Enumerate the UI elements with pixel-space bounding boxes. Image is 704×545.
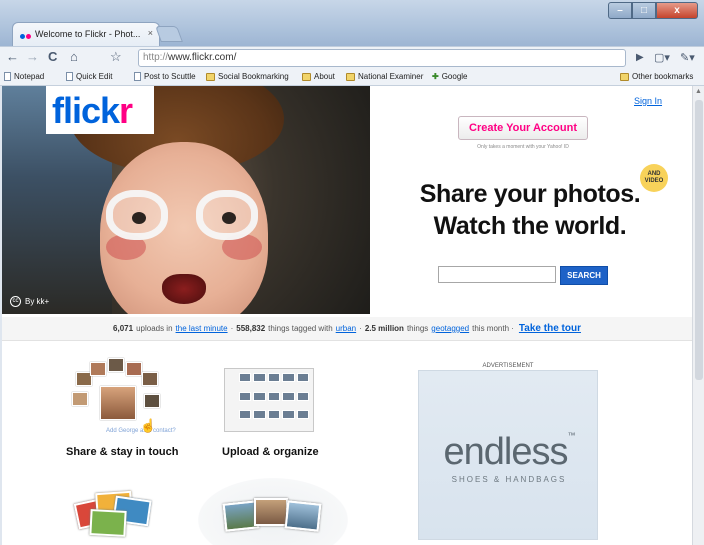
folder-icon [206, 72, 215, 81]
address-bar[interactable]: http://www.flickr.com/ [138, 49, 626, 67]
flickr-favicon-icon [20, 31, 32, 39]
create-account-button[interactable]: Create Your Account [458, 116, 588, 140]
page-icon [66, 72, 73, 81]
geotagged-link[interactable]: geotagged [431, 324, 469, 333]
vertical-scrollbar[interactable]: ▲ [692, 86, 704, 545]
activity-stats-bar: 6,071 uploads in the last minute · 558,8… [2, 317, 692, 341]
search-input[interactable] [438, 266, 556, 283]
bookmark-national-examiner[interactable]: National Examiner [346, 72, 423, 81]
url-host: www.flickr.com/ [168, 52, 237, 63]
folder-icon [620, 72, 629, 81]
browser-toolbar: ← → C ⌂ ☆ http://www.flickr.com/ ▶ ▢▾ ✎▾ [0, 46, 704, 68]
advertisement-banner[interactable]: endless™ SHOES & HANDBAGS [418, 370, 598, 540]
photo-face [100, 142, 268, 314]
minimize-button[interactable]: – [608, 2, 632, 19]
reload-icon[interactable]: C [48, 49, 57, 64]
scroll-up-icon[interactable]: ▲ [695, 88, 702, 95]
bookmark-about[interactable]: About [302, 72, 335, 81]
page-menu-icon[interactable]: ▢▾ [654, 51, 670, 64]
advertisement-label: ADVERTISEMENT [482, 363, 534, 369]
urban-tag-link[interactable]: urban [336, 324, 356, 333]
bookmark-notepad[interactable]: Notepad [4, 72, 44, 81]
wrench-icon[interactable]: ✎▾ [680, 51, 695, 64]
forward-arrow-icon[interactable]: → [26, 49, 39, 64]
last-minute-link[interactable]: the last minute [176, 324, 228, 333]
headline: Share your photos. Watch the world. [380, 178, 680, 242]
scrollbar-thumb[interactable] [695, 100, 703, 380]
home-icon[interactable]: ⌂ [70, 49, 78, 64]
ad-brand: endless™ [443, 431, 576, 473]
creative-commons-icon: cc [10, 296, 21, 307]
close-window-button[interactable]: x [656, 2, 698, 19]
bookmark-star-icon[interactable]: ☆ [110, 49, 122, 65]
ad-tagline: SHOES & HANDBAGS [451, 475, 567, 484]
title-bar: Welcome to Flickr - Phot... × – □ x [0, 0, 704, 46]
headline-line-2: Watch the world. [433, 212, 627, 240]
travel-photos-image[interactable] [222, 496, 324, 536]
search-button[interactable]: SEARCH [560, 266, 608, 285]
google-icon: ✚ [432, 72, 439, 81]
play-icon[interactable]: ▶ [636, 52, 644, 63]
share-stay-in-touch-label[interactable]: Share & stay in touch [66, 446, 178, 458]
maximize-button[interactable]: □ [632, 2, 656, 19]
bookmark-post-to-scuttle[interactable]: Post to Scuttle [134, 72, 196, 81]
folder-icon [346, 72, 355, 81]
new-tab-button[interactable] [155, 26, 183, 42]
create-account-note: Only takes a moment with your Yahoo! ID [477, 144, 569, 150]
bookmark-social-bookmarking[interactable]: Social Bookmarking [206, 72, 289, 81]
photo-credit[interactable]: cc By kk+ [10, 296, 49, 307]
page-icon [4, 72, 11, 81]
page-icon [134, 72, 141, 81]
back-arrow-icon[interactable]: ← [6, 49, 19, 64]
folder-icon [302, 72, 311, 81]
tab-title: Welcome to Flickr - Phot... [35, 29, 141, 39]
sign-in-link[interactable]: Sign In [634, 96, 662, 106]
take-the-tour-link[interactable]: Take the tour [519, 323, 581, 334]
other-bookmarks[interactable]: Other bookmarks [620, 72, 693, 81]
headline-line-1: Share your photos. [419, 180, 641, 208]
browser-tab[interactable]: Welcome to Flickr - Phot... × [12, 22, 160, 46]
page-viewport: flickr cc By kk+ Sign In Create Your Acco… [2, 86, 692, 545]
bookmarks-bar: Notepad Quick Edit Post to Scuttle Socia… [0, 68, 704, 86]
mouse-cursor-icon: ☝ [140, 418, 157, 433]
prints-stack-image[interactable] [73, 482, 154, 538]
upload-organize-image[interactable] [224, 368, 314, 432]
bookmark-quick-edit[interactable]: Quick Edit [66, 72, 112, 81]
bookmark-google[interactable]: ✚ Google [432, 72, 468, 81]
tab-close-icon[interactable]: × [148, 28, 153, 38]
flickr-logo[interactable]: flickr [52, 90, 133, 132]
url-protocol: http:// [143, 52, 169, 63]
upload-organize-label[interactable]: Upload & organize [222, 446, 319, 458]
hero-photo[interactable]: flickr cc By kk+ [2, 86, 370, 314]
